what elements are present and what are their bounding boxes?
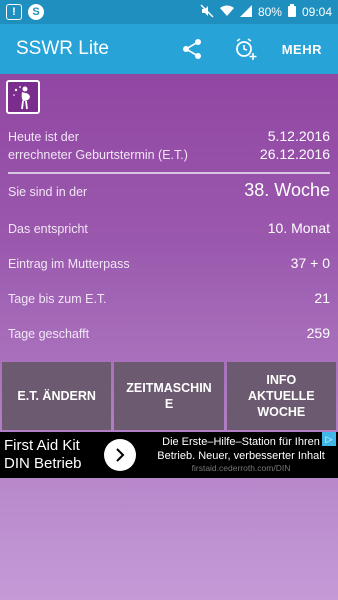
week-label: Sie sind in der bbox=[8, 185, 88, 199]
info-current-week-label: INFO AKTUELLE WOCHE bbox=[247, 372, 315, 420]
app-bar: SSWR Lite MEHR bbox=[0, 24, 338, 74]
month-row: Das entspricht 10. Monat bbox=[8, 220, 330, 236]
days-done-row: Tage geschafft 259 bbox=[8, 325, 330, 341]
week-row: Sie sind in der 38. Woche bbox=[8, 180, 330, 201]
battery-icon bbox=[287, 4, 296, 20]
week-value: 38. Woche bbox=[244, 180, 330, 200]
time-machine-label: ZEITMASCHIN E bbox=[126, 380, 212, 411]
passport-label: Eintrag im Mutterpass bbox=[8, 257, 130, 271]
action-buttons: E.T. ÄNDERN ZEITMASCHIN E INFO AKTUELLE … bbox=[2, 362, 336, 430]
time-machine-button[interactable]: ZEITMASCHIN E bbox=[114, 362, 224, 430]
ad-description: Die Erste–Hilfe–Station für Ihren Betrie… bbox=[157, 435, 325, 462]
mute-icon bbox=[200, 3, 214, 21]
share-icon bbox=[182, 39, 201, 59]
app-title: SSWR Lite bbox=[16, 38, 109, 59]
change-due-date-label: E.T. ÄNDERN bbox=[17, 388, 96, 403]
days-left-row: Tage bis zum E.T. 21 bbox=[8, 290, 330, 306]
passport-row: Eintrag im Mutterpass 37 + 0 bbox=[8, 255, 330, 271]
month-value: 10. Monat bbox=[267, 220, 330, 236]
battery-percent: 80% bbox=[257, 5, 282, 19]
ad-url: firstaid.cederroth.com/DIN bbox=[191, 463, 291, 474]
wifi-icon bbox=[219, 5, 234, 20]
ad-title-line2: DIN Betrieb bbox=[4, 455, 82, 472]
sync-icon: S bbox=[28, 4, 44, 20]
days-done-label: Tage geschafft bbox=[8, 327, 90, 341]
ad-text-block: Die Erste–Hilfe–Station für Ihren Betrie… bbox=[144, 436, 338, 474]
today-value: 5.12.2016 bbox=[267, 128, 330, 144]
today-label: Heute ist der bbox=[8, 130, 79, 144]
ad-title-line1: First Aid Kit bbox=[4, 437, 80, 454]
days-left-value: 21 bbox=[314, 290, 330, 306]
due-date-label: errechneter Geburtstermin (E.T.) bbox=[8, 148, 188, 162]
add-alarm-button[interactable] bbox=[224, 24, 268, 74]
change-due-date-button[interactable]: E.T. ÄNDERN bbox=[2, 362, 112, 430]
alarm-add-icon bbox=[235, 38, 257, 60]
due-date-value: 26.12.2016 bbox=[259, 146, 330, 162]
notification-icon: ! bbox=[6, 4, 22, 20]
passport-value: 37 + 0 bbox=[290, 255, 330, 271]
month-label: Das entspricht bbox=[8, 222, 88, 236]
ad-choices-icon[interactable]: ▷ bbox=[322, 432, 336, 446]
ad-open-button[interactable] bbox=[104, 439, 136, 471]
ad-title: First Aid Kit DIN Betrieb bbox=[0, 437, 96, 473]
share-button[interactable] bbox=[170, 24, 214, 74]
pregnancy-info: Heute ist der 5.12.2016 errechneter Gebu… bbox=[8, 128, 330, 341]
days-left-label: Tage bis zum E.T. bbox=[8, 292, 107, 306]
days-done-value: 259 bbox=[306, 325, 330, 341]
status-bar: ! S 80% 09:04 bbox=[0, 0, 338, 24]
app-logo-icon bbox=[6, 80, 40, 114]
due-date-row: errechneter Geburtstermin (E.T.) 26.12.2… bbox=[8, 146, 330, 162]
divider bbox=[8, 172, 330, 174]
ad-banner[interactable]: First Aid Kit DIN Betrieb Die Erste–Hilf… bbox=[0, 432, 338, 478]
today-row: Heute ist der 5.12.2016 bbox=[8, 128, 330, 144]
clock: 09:04 bbox=[301, 5, 332, 19]
more-menu-button[interactable]: MEHR bbox=[274, 24, 322, 74]
signal-icon bbox=[239, 4, 252, 20]
chevron-right-icon bbox=[116, 448, 125, 462]
info-current-week-button[interactable]: INFO AKTUELLE WOCHE bbox=[226, 362, 336, 430]
